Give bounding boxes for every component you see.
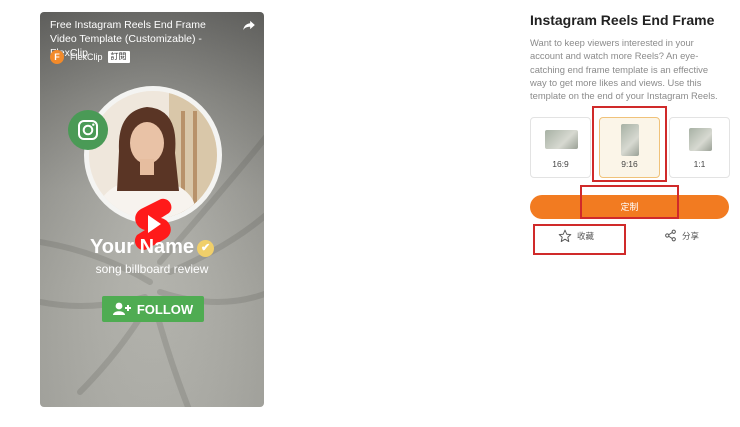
channel-logo[interactable]: F <box>50 50 64 64</box>
share-icon <box>665 229 676 242</box>
ratio-thumbnail <box>545 130 578 149</box>
subscribe-button[interactable]: 訂閱 <box>107 51 130 63</box>
profile-name: Your Name ✔ <box>40 236 264 259</box>
instagram-icon <box>68 110 108 150</box>
share-arrow-icon[interactable] <box>242 18 256 32</box>
page: Free Instagram Reels End Frame Video Tem… <box>0 0 740 427</box>
template-title: Instagram Reels End Frame <box>530 12 715 28</box>
ratio-label: 1:1 <box>693 159 706 169</box>
share-button[interactable]: 分享 <box>664 229 699 242</box>
channel-info: F FlexClip 訂閱 <box>50 50 130 64</box>
ratio-option-1-1[interactable]: 1:1 <box>669 117 730 178</box>
highlight-ratio-9-16 <box>592 106 667 182</box>
follow-button[interactable]: FOLLOW <box>102 296 204 322</box>
highlight-customize <box>580 185 679 219</box>
verified-check-icon: ✔ <box>197 240 215 257</box>
follow-label: FOLLOW <box>136 301 194 317</box>
ratio-thumbnail <box>689 128 712 151</box>
highlight-favorite <box>533 224 626 255</box>
ratio-option-16-9[interactable]: 16:9 <box>530 117 591 178</box>
share-label: 分享 <box>682 230 700 241</box>
video-preview[interactable]: Free Instagram Reels End Frame Video Tem… <box>40 12 264 407</box>
profile-subtitle: song billboard review <box>95 262 209 276</box>
add-user-icon <box>112 302 131 315</box>
channel-name[interactable]: FlexClip <box>70 52 103 62</box>
ratio-label: 16:9 <box>552 159 569 169</box>
template-description: Want to keep viewers interested in your … <box>530 37 718 102</box>
